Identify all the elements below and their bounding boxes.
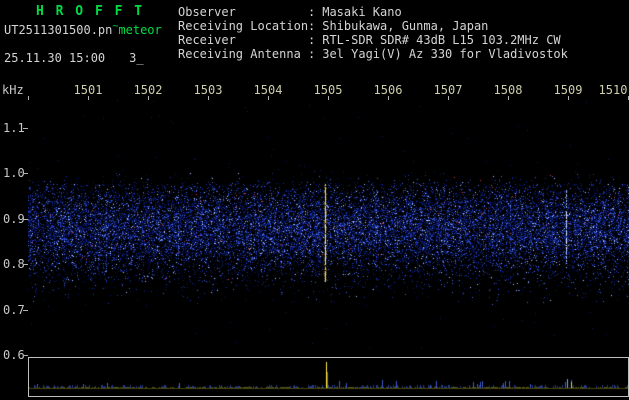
info-label: Observer <box>178 5 236 19</box>
info-row-observer: Observer: Masaki Kano <box>178 5 568 19</box>
info-value: Masaki Kano <box>322 5 402 19</box>
freq-tick-label: 0.8 <box>3 257 25 271</box>
freq-tick <box>23 173 28 174</box>
freq-tick <box>23 128 28 129</box>
freq-axis-unit: kHz <box>2 83 24 97</box>
info-label: Receiving Location <box>178 19 309 33</box>
freq-tick <box>23 264 28 265</box>
minute-tick <box>268 96 269 100</box>
freq-tick <box>23 219 28 220</box>
info-separator: : <box>308 19 316 33</box>
minute-tick <box>448 96 449 100</box>
info-separator: : <box>308 47 316 61</box>
app-title: H R O F F T <box>36 4 145 19</box>
info-value: RTL-SDR SDR# 43dB L15 103.2MHz CW <box>322 33 561 47</box>
spectrogram-canvas <box>28 100 629 356</box>
freq-tick-label: 0.6 <box>3 348 25 362</box>
info-separator: : <box>308 33 316 47</box>
timestamp-row: 25.11.30 15:00 3_ <box>4 51 144 65</box>
minute-tick <box>208 96 209 100</box>
info-value: 3el Yagi(V) Az 330 for Vladivostok <box>322 47 568 61</box>
freq-tick <box>23 310 28 311</box>
minute-tick <box>388 96 389 100</box>
freq-tick-label: 0.7 <box>3 303 25 317</box>
time-tick-label: 1508 <box>493 83 523 97</box>
station-info: Observer: Masaki Kano Receiving Location:… <box>178 5 568 61</box>
time-tick-label: 1502 <box>133 83 163 97</box>
mode-label: meteor <box>118 23 162 37</box>
minute-tick <box>88 96 89 100</box>
time-tick-label: 1507 <box>433 83 463 97</box>
time-tick-label: 1501 <box>73 83 103 97</box>
overlap-mark: ~ <box>112 21 119 32</box>
minute-tick <box>328 96 329 100</box>
time-tick-label: 1510 <box>598 83 628 97</box>
freq-tick-label: 1.1 <box>3 121 25 135</box>
signal-strip <box>28 357 629 397</box>
time-tick-label: 1506 <box>373 83 403 97</box>
time-tick-label: 1503 <box>193 83 223 97</box>
info-row-location: Receiving Location: Shibukawa, Gunma, Jap… <box>178 19 568 33</box>
capture-filename: UT2511301500.pn <box>4 23 113 37</box>
hrofft-window: H R O F F T UT2511301500.pn~meteor 25.11… <box>0 0 629 400</box>
time-tick-label: 1509 <box>553 83 583 97</box>
minute-tick <box>148 96 149 100</box>
freq-tick-label: 0.9 <box>3 212 25 226</box>
signal-strip-canvas <box>29 358 628 396</box>
timestamp: 25.11.30 15:00 <box>4 51 106 65</box>
sweep-counter: 3_ <box>129 51 144 65</box>
info-row-antenna: Receiving Antenna:3el Yagi(V) Az 330 for… <box>178 47 568 61</box>
time-tick-label: 1505 <box>313 83 343 97</box>
freq-tick <box>23 355 28 356</box>
info-row-receiver: Receiver: RTL-SDR SDR# 43dB L15 103.2MHz … <box>178 33 568 47</box>
minute-tick <box>508 96 509 100</box>
info-label: Receiving Antenna <box>178 47 301 61</box>
filename-row: UT2511301500.pn~meteor <box>4 21 162 37</box>
minute-tick <box>28 96 29 100</box>
info-separator: : <box>308 5 316 19</box>
freq-tick-label: 1.0 <box>3 166 25 180</box>
info-value: Shibukawa, Gunma, Japan <box>322 19 489 33</box>
time-tick-label: 1504 <box>253 83 283 97</box>
minute-tick <box>568 96 569 100</box>
info-label: Receiver <box>178 33 236 47</box>
